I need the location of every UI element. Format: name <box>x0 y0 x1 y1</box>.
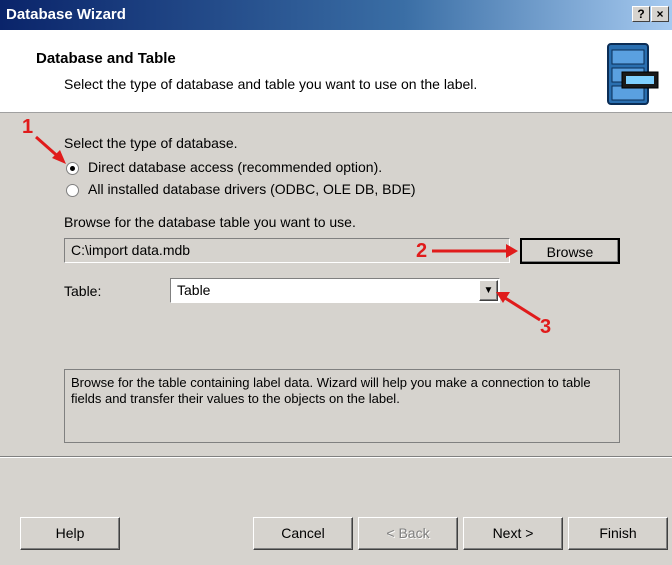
arrow-3 <box>501 294 541 322</box>
annotation-2: 2 <box>416 240 428 262</box>
annotation-arrows <box>35 135 541 322</box>
annotation-3: 3 <box>540 316 552 338</box>
arrow-2-head <box>506 244 518 258</box>
annotation-1: 1 <box>22 116 34 138</box>
